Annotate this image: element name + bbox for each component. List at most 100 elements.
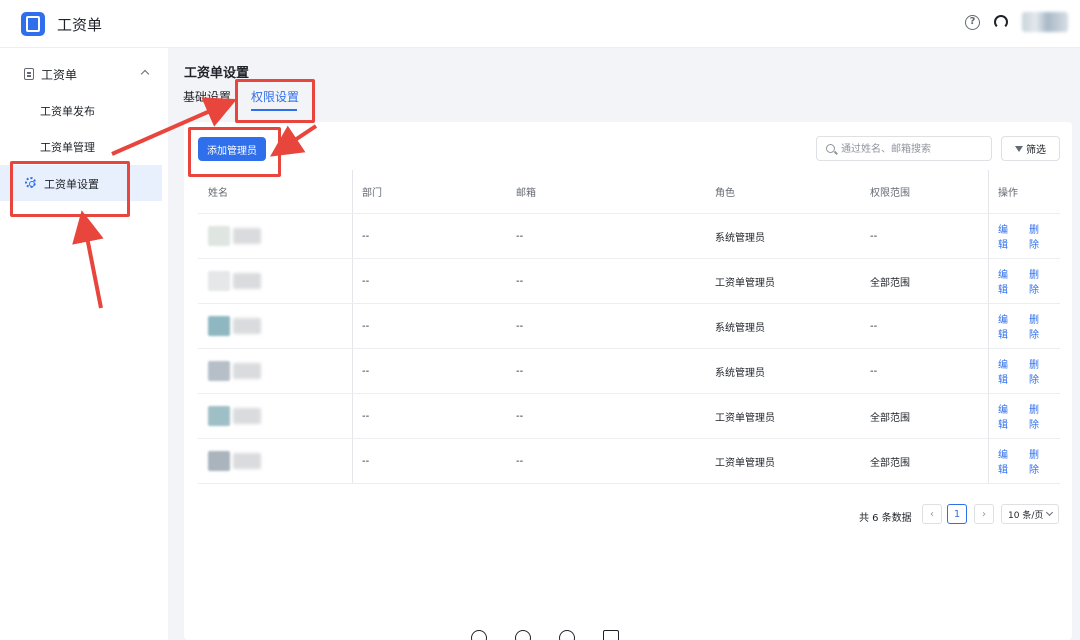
edit-link[interactable]: 编辑 bbox=[998, 401, 1017, 431]
email-cell: -- bbox=[516, 410, 524, 422]
filter-button[interactable]: 筛选 bbox=[1001, 136, 1060, 161]
admin-table: 姓名 部门 邮箱 角色 权限范围 操作 -- -- 系统管理员 -- 编辑 删除 … bbox=[198, 170, 1060, 484]
page-1-button[interactable]: 1 bbox=[947, 504, 967, 524]
sidebar-item-publish[interactable]: 工资单发布 bbox=[0, 92, 162, 128]
page-size-value: 10 条/页 bbox=[1008, 510, 1044, 521]
delete-link[interactable]: 删除 bbox=[1029, 401, 1048, 431]
scope-cell: -- bbox=[870, 230, 878, 242]
column-header-ops: 操作 bbox=[998, 188, 1018, 199]
add-admin-button[interactable]: 添加管理员 bbox=[198, 137, 266, 161]
column-header-dept: 部门 bbox=[362, 188, 382, 199]
delete-link[interactable]: 删除 bbox=[1029, 311, 1048, 341]
sidebar-item-label: 工资单设置 bbox=[44, 178, 99, 191]
table-row: -- -- 工资单管理员 全部范围 编辑 删除 bbox=[198, 259, 1060, 304]
column-divider bbox=[988, 304, 989, 348]
filter-label: 筛选 bbox=[1026, 145, 1046, 156]
active-tab-indicator bbox=[251, 109, 297, 111]
column-divider bbox=[352, 349, 353, 393]
delete-link[interactable]: 删除 bbox=[1029, 446, 1048, 476]
total-count: 共 6 条数据 bbox=[859, 513, 912, 524]
dept-cell: -- bbox=[362, 365, 370, 377]
chat-icon[interactable] bbox=[559, 630, 575, 640]
email-cell: -- bbox=[516, 230, 524, 242]
prev-page-button[interactable]: ‹ bbox=[922, 504, 942, 524]
email-cell: -- bbox=[516, 275, 524, 287]
column-divider bbox=[988, 349, 989, 393]
email-cell: -- bbox=[516, 365, 524, 377]
help-icon[interactable]: ? bbox=[965, 14, 980, 30]
ops-cell: 编辑 删除 bbox=[998, 214, 1060, 258]
chevron-up-icon[interactable] bbox=[140, 69, 150, 79]
sidebar-item-label: 工资单发布 bbox=[40, 105, 95, 118]
search-icon bbox=[826, 144, 835, 153]
edit-link[interactable]: 编辑 bbox=[998, 446, 1017, 476]
next-page-button[interactable]: › bbox=[974, 504, 994, 524]
name-cell-redacted bbox=[208, 439, 261, 483]
minus-icon[interactable] bbox=[515, 630, 531, 640]
edit-link[interactable]: 编辑 bbox=[998, 311, 1017, 341]
ops-cell: 编辑 删除 bbox=[998, 394, 1060, 438]
header-actions: ? bbox=[965, 12, 1068, 32]
table-row: -- -- 工资单管理员 全部范围 编辑 删除 bbox=[198, 394, 1060, 439]
app-title: 工资单 bbox=[57, 16, 103, 34]
table-row: -- -- 系统管理员 -- 编辑 删除 bbox=[198, 214, 1060, 259]
page-header: 工资单设置 基础设置 权限设置 bbox=[168, 48, 1080, 112]
headset-icon[interactable] bbox=[994, 15, 1008, 29]
sidebar-item-manage[interactable]: 工资单管理 bbox=[0, 128, 162, 164]
scope-cell: 全部范围 bbox=[870, 412, 910, 424]
name-cell-redacted bbox=[208, 259, 261, 303]
ops-cell: 编辑 删除 bbox=[998, 304, 1060, 348]
content-card: 添加管理员 筛选 姓名 部门 邮箱 角色 权限范围 操作 -- -- 系统管理员… bbox=[184, 122, 1072, 640]
name-cell-redacted bbox=[208, 349, 261, 393]
delete-link[interactable]: 删除 bbox=[1029, 266, 1048, 296]
column-divider bbox=[988, 259, 989, 303]
info-icon[interactable] bbox=[471, 630, 487, 640]
tab-permission-settings[interactable]: 权限设置 bbox=[251, 88, 299, 105]
column-divider bbox=[352, 439, 353, 483]
delete-link[interactable]: 删除 bbox=[1029, 356, 1048, 386]
role-cell: 工资单管理员 bbox=[715, 277, 775, 289]
column-divider bbox=[988, 170, 989, 213]
search-box[interactable] bbox=[816, 136, 992, 161]
dept-cell: -- bbox=[362, 410, 370, 422]
edit-link[interactable]: 编辑 bbox=[998, 266, 1017, 296]
sidebar-item-settings[interactable]: 工资单设置 bbox=[0, 165, 162, 201]
dept-cell: -- bbox=[362, 275, 370, 287]
pagination: 共 6 条数据 ‹ 1 › 10 条/页 bbox=[184, 504, 1072, 528]
column-divider bbox=[988, 214, 989, 258]
scope-cell: 全部范围 bbox=[870, 277, 910, 289]
column-divider bbox=[352, 214, 353, 258]
tab-basic-settings[interactable]: 基础设置 bbox=[183, 88, 231, 105]
filter-icon bbox=[1015, 145, 1023, 152]
table-row: -- -- 系统管理员 -- 编辑 删除 bbox=[198, 304, 1060, 349]
bottom-toolbar bbox=[471, 630, 619, 640]
search-input[interactable] bbox=[841, 141, 987, 157]
column-divider bbox=[352, 170, 353, 213]
column-divider bbox=[352, 259, 353, 303]
scope-cell: -- bbox=[870, 320, 878, 332]
top-header: 工资单 ? bbox=[0, 0, 1080, 48]
page-size-select[interactable]: 10 条/页 bbox=[1001, 504, 1059, 524]
column-divider bbox=[352, 304, 353, 348]
edit-link[interactable]: 编辑 bbox=[998, 356, 1017, 386]
column-header-role: 角色 bbox=[715, 188, 735, 199]
dept-cell: -- bbox=[362, 230, 370, 242]
table-row: -- -- 工资单管理员 全部范围 编辑 删除 bbox=[198, 439, 1060, 484]
user-avatar[interactable] bbox=[1022, 12, 1068, 32]
ops-cell: 编辑 删除 bbox=[998, 439, 1060, 483]
name-cell-redacted bbox=[208, 394, 261, 438]
table-header: 姓名 部门 邮箱 角色 权限范围 操作 bbox=[198, 170, 1060, 214]
name-cell-redacted bbox=[208, 214, 261, 258]
column-header-name: 姓名 bbox=[208, 188, 228, 199]
page-title: 工资单设置 bbox=[184, 66, 250, 81]
dept-cell: -- bbox=[362, 320, 370, 332]
column-header-email: 邮箱 bbox=[516, 188, 536, 199]
sidebar-group-payroll[interactable]: 工资单 bbox=[0, 56, 168, 92]
column-header-scope: 权限范围 bbox=[870, 188, 910, 199]
image-icon[interactable] bbox=[603, 630, 619, 640]
sidebar-group-label: 工资单 bbox=[41, 68, 78, 82]
edit-link[interactable]: 编辑 bbox=[998, 221, 1017, 251]
document-icon bbox=[24, 68, 34, 80]
app-logo-icon[interactable] bbox=[21, 12, 45, 36]
delete-link[interactable]: 删除 bbox=[1029, 221, 1048, 251]
